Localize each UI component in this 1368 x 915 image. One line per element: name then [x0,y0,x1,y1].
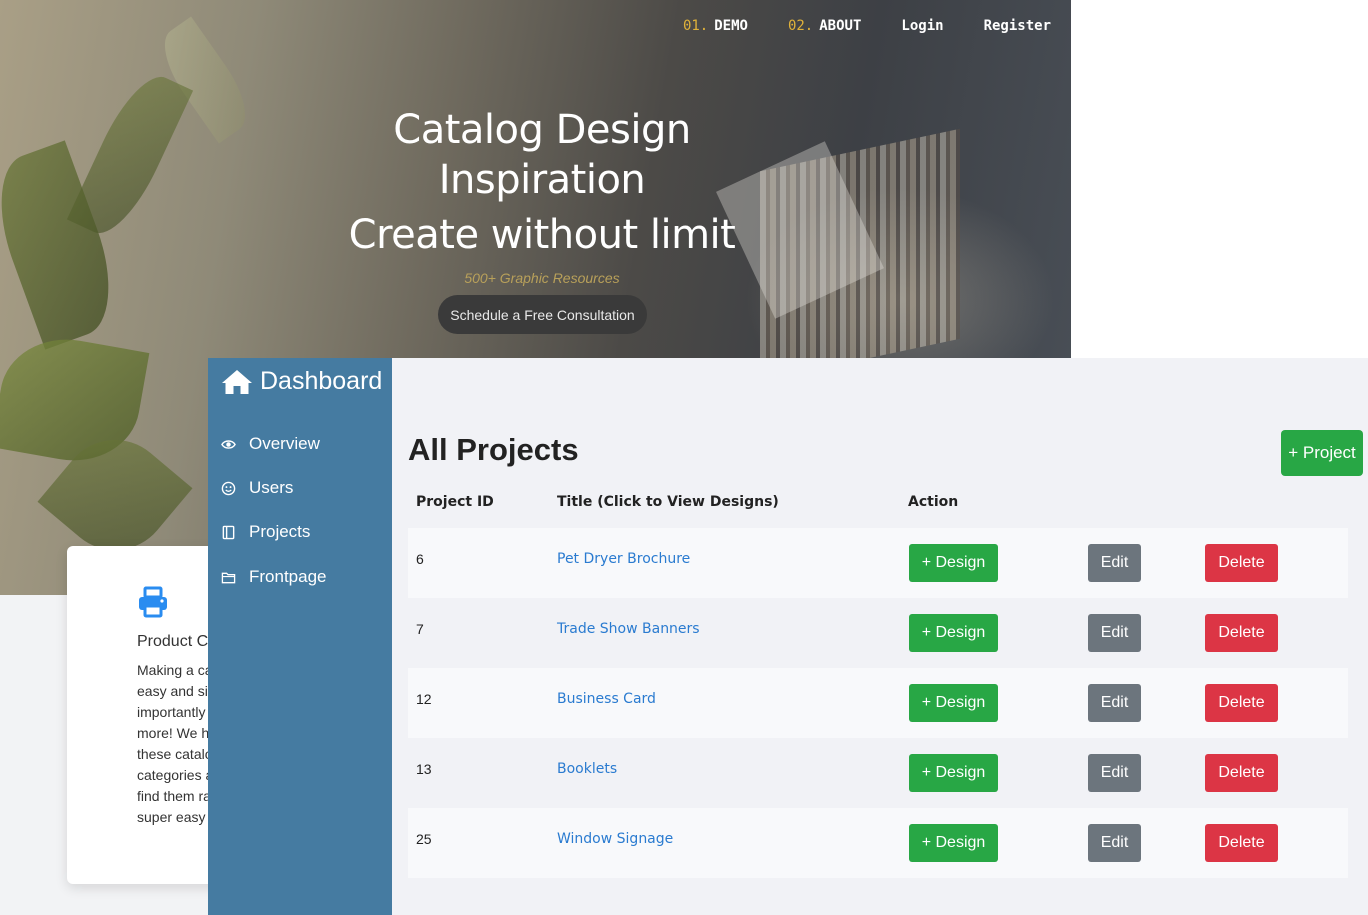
edit-button[interactable]: Edit [1088,684,1141,722]
table-row: 13 Booklets + Design Edit Delete [408,738,1348,808]
edit-button[interactable]: Edit [1088,544,1141,582]
folder-icon [221,572,236,583]
edit-button[interactable]: Edit [1088,614,1141,652]
project-id: 13 [416,761,432,777]
nav-link-demo[interactable]: 01. DEMO [683,18,748,34]
eye-icon [221,439,236,449]
project-title-link[interactable]: Business Card [557,691,656,707]
nav-link-about[interactable]: 02. ABOUT [788,18,861,34]
sidebar-item-users[interactable]: Users [221,478,293,498]
nav-number: 01. [682,18,709,34]
sidebar-item-frontpage[interactable]: Frontpage [221,567,327,587]
project-title-link[interactable]: Trade Show Banners [557,621,700,637]
hero-subtitle: Create without limit [348,212,736,258]
nav-link-register[interactable]: Register [984,18,1051,34]
printer-icon [139,586,167,618]
sidebar-item-overview[interactable]: Overview [221,434,320,454]
project-id: 12 [416,691,432,707]
table-row: 25 Window Signage + Design Edit Delete [408,808,1348,878]
project-title-link[interactable]: Booklets [557,761,617,777]
add-design-button[interactable]: + Design [909,544,998,582]
delete-button[interactable]: Delete [1205,824,1278,862]
nav-label: ABOUT [819,18,862,34]
delete-button[interactable]: Delete [1205,544,1278,582]
project-title-link[interactable]: Window Signage [557,831,673,847]
top-nav: 01. DEMO 02. ABOUT Login Register [683,18,1051,34]
dashboard-window: Dashboard Overview Users Projects Frontp… [208,358,1368,915]
add-design-button[interactable]: + Design [909,684,998,722]
sidebar-item-label: Projects [249,522,311,541]
add-project-button[interactable]: + Project [1281,430,1363,476]
delete-button[interactable]: Delete [1205,684,1278,722]
delete-button[interactable]: Delete [1205,614,1278,652]
nav-label: DEMO [714,18,748,34]
column-header-action: Action [908,494,959,510]
edit-button[interactable]: Edit [1088,824,1141,862]
home-icon [222,369,252,394]
add-design-button[interactable]: + Design [909,754,998,792]
sidebar-item-label: Frontpage [249,567,327,586]
table-row: 6 Pet Dryer Brochure + Design Edit Delet… [408,528,1348,598]
sidebar-item-projects[interactable]: Projects [221,522,310,542]
hero-title-line: Inspiration [438,157,646,203]
sidebar: Dashboard Overview Users Projects Frontp… [208,358,392,915]
project-id: 25 [416,831,432,847]
nav-number: 02. [787,18,814,34]
hero-tagline: 500+ Graphic Resources [464,270,620,286]
hero-title-line: Catalog Design [393,107,691,153]
page-title: All Projects [408,432,579,467]
column-header-project-id: Project ID [416,494,494,510]
consultation-button[interactable]: Schedule a Free Consultation [438,295,647,334]
project-title-link[interactable]: Pet Dryer Brochure [557,551,690,567]
column-header-title: Title (Click to View Designs) [557,494,779,510]
table-row: 7 Trade Show Banners + Design Edit Delet… [408,598,1348,668]
book-icon [222,525,235,539]
smiley-icon [221,481,236,495]
delete-button[interactable]: Delete [1205,754,1278,792]
project-id: 7 [416,621,424,637]
project-id: 6 [416,551,424,567]
add-design-button[interactable]: + Design [909,614,998,652]
feature-card-title: Product C [137,633,209,650]
add-design-button[interactable]: + Design [909,824,998,862]
brand-label: Dashboard [260,367,383,395]
sidebar-item-label: Overview [249,434,320,453]
dashboard-brand[interactable]: Dashboard [221,367,382,396]
edit-button[interactable]: Edit [1088,754,1141,792]
sidebar-item-label: Users [249,478,294,497]
nav-link-login[interactable]: Login [901,18,943,34]
hero-title: Catalog Design Inspiration [342,105,742,205]
table-row: 12 Business Card + Design Edit Delete [408,668,1348,738]
